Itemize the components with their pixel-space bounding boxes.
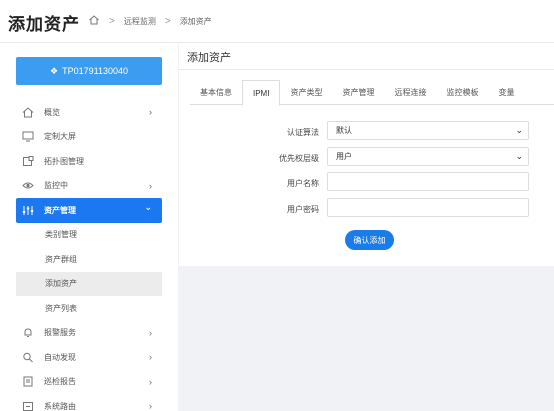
- sidebar-menu: 概览 › 定制大屏 拓扑图管理 监控中 › 资产管理 ⌄ 类别管理 资产群组 添…: [16, 100, 162, 411]
- sidebar-subitem-category[interactable]: 类别管理: [16, 223, 162, 248]
- tab-basic-info[interactable]: 基本信息: [190, 80, 242, 105]
- chevron-down-icon: ⌄: [515, 125, 523, 135]
- breadcrumb-separator-icon: >: [109, 15, 115, 27]
- tab-variables[interactable]: 变量: [488, 80, 524, 105]
- device-label: TP01791130040: [62, 66, 128, 76]
- privilege-level-select[interactable]: 用户 ⌄: [327, 147, 529, 166]
- sidebar-subitem-group[interactable]: 资产群组: [16, 247, 162, 272]
- report-icon: [21, 376, 35, 388]
- sidebar-item-label: 系统路由: [44, 401, 76, 411]
- monitor-icon: [21, 131, 35, 143]
- tab-ipmi[interactable]: IPMI: [242, 80, 281, 106]
- top-header: 添加资产 > 远程监测 > 添加资产: [0, 0, 554, 43]
- eye-icon: [21, 180, 35, 192]
- tab-monitor-template[interactable]: 监控模板: [436, 80, 488, 105]
- bell-icon: [21, 327, 35, 339]
- chevron-down-icon: ⌄: [144, 202, 152, 212]
- sidebar-item-label: 概览: [44, 107, 60, 117]
- breadcrumb-item-current: 添加资产: [179, 16, 212, 26]
- sidebar-item-report[interactable]: 巡检报告 ›: [16, 370, 162, 395]
- sidebar-item-label: 自动发现: [44, 352, 76, 362]
- sidebar-item-label: 监控中: [44, 181, 68, 191]
- breadcrumb-item-remote[interactable]: 远程监测: [124, 16, 156, 27]
- chevron-right-icon: ›: [149, 352, 152, 362]
- panel-title: 添加资产: [187, 52, 231, 64]
- sidebar-item-routing[interactable]: 系统路由 ›: [16, 394, 162, 411]
- auth-algorithm-label: 认证算法: [287, 128, 319, 137]
- sidebar-item-alarm[interactable]: 报警服务 ›: [16, 321, 162, 346]
- tab-asset-type[interactable]: 资产类型: [280, 80, 332, 105]
- route-icon: [21, 400, 35, 411]
- chevron-right-icon: ›: [149, 401, 152, 411]
- breadcrumb: > 远程监测 > 添加资产: [88, 14, 212, 28]
- topology-icon: [21, 155, 35, 167]
- chevron-right-icon: ›: [149, 107, 152, 117]
- sidebar-item-label: 报警服务: [44, 328, 76, 338]
- privilege-level-label: 优先权层级: [279, 154, 319, 163]
- username-label: 用户名称: [287, 179, 319, 188]
- sliders-icon: [21, 204, 35, 216]
- chevron-right-icon: ›: [149, 180, 152, 191]
- sidebar-item-overview[interactable]: 概览 ›: [16, 100, 162, 125]
- password-input[interactable]: [327, 198, 529, 217]
- panel-divider: [179, 69, 554, 70]
- home-icon: [21, 106, 35, 118]
- sidebar-item-label: 巡检报告: [44, 377, 76, 387]
- sidebar-item-discovery[interactable]: 自动发现 ›: [16, 345, 162, 370]
- tab-remote-connection[interactable]: 远程连接: [384, 80, 436, 105]
- app-title: 添加资产: [8, 15, 80, 34]
- sidebar-item-asset-management[interactable]: 资产管理 ⌄: [16, 198, 162, 223]
- confirm-add-button[interactable]: 确认添加: [345, 230, 394, 250]
- chevron-right-icon: ›: [149, 376, 152, 387]
- sidebar-item-monitoring[interactable]: 监控中 ›: [16, 174, 162, 199]
- sidebar-item-dashboard[interactable]: 定制大屏: [16, 125, 162, 150]
- username-input[interactable]: [327, 172, 529, 191]
- password-label: 用户密码: [287, 205, 319, 214]
- sidebar-item-topology[interactable]: 拓扑图管理: [16, 149, 162, 174]
- chevron-down-icon: ⌄: [515, 151, 523, 161]
- add-asset-panel: 添加资产 基本信息 IPMI 资产类型 资产管理 远程连接 监控模板 变量 认证…: [179, 43, 554, 266]
- auth-algorithm-select[interactable]: 默认 ⌄: [327, 121, 529, 140]
- privilege-level-value: 用户: [336, 152, 352, 161]
- breadcrumb-separator-icon: >: [164, 15, 171, 27]
- tab-asset-management[interactable]: 资产管理: [332, 80, 384, 105]
- sidebar-subitem-asset-list[interactable]: 资产列表: [16, 296, 162, 321]
- auth-algorithm-value: 默认: [336, 126, 352, 135]
- tab-bar: 基本信息 IPMI 资产类型 资产管理 远程连接 监控模板 变量: [190, 80, 554, 106]
- search-icon: [21, 351, 35, 363]
- sidebar-item-label: 拓扑图管理: [44, 156, 84, 166]
- sidebar-item-label: 定制大屏: [44, 132, 76, 142]
- sidebar: ❖ TP01791130040 概览 › 定制大屏 拓扑图管理 监控中 › 资产…: [0, 43, 178, 411]
- cube-icon: ❖: [50, 65, 59, 76]
- sidebar-item-label: 资产管理: [44, 205, 76, 215]
- device-button[interactable]: ❖ TP01791130040: [16, 57, 162, 85]
- chevron-right-icon: ›: [149, 327, 152, 338]
- home-icon[interactable]: [88, 14, 100, 28]
- sidebar-subitem-add-asset[interactable]: 添加资产: [16, 271, 162, 296]
